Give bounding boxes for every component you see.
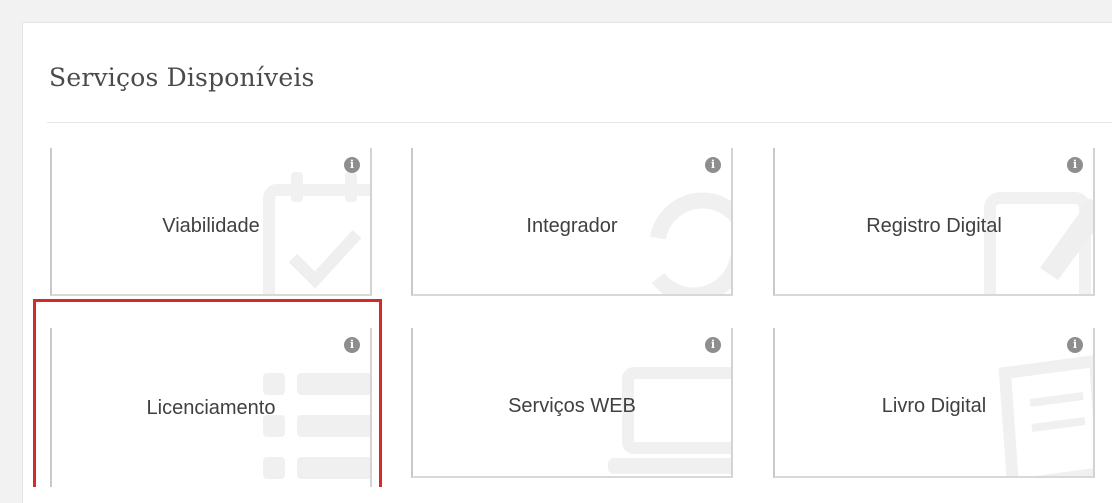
info-icon[interactable]: i <box>344 157 360 173</box>
panel-title: Serviços Disponíveis <box>49 63 315 92</box>
selection-highlight <box>33 299 382 487</box>
service-card-integrador[interactable]: i Integrador <box>411 148 733 296</box>
service-label: Livro Digital <box>881 395 987 417</box>
info-icon[interactable]: i <box>1067 157 1083 173</box>
laptop-icon <box>608 367 731 474</box>
service-label: Integrador <box>526 215 618 237</box>
service-card-registro-digital[interactable]: i Registro Digital <box>773 148 1095 296</box>
info-icon[interactable]: i <box>705 157 721 173</box>
service-card-viabilidade[interactable]: i Viabilidade <box>50 148 372 296</box>
service-label: Serviços WEB <box>508 395 636 417</box>
info-icon[interactable]: i <box>1067 337 1083 353</box>
divider <box>47 122 1112 123</box>
service-label: Viabilidade <box>162 215 260 237</box>
info-icon[interactable]: i <box>705 337 721 353</box>
service-label: Registro Digital <box>866 215 1002 237</box>
service-card-servicos-web[interactable]: i Serviços WEB <box>411 328 733 478</box>
service-card-livro-digital[interactable]: i Livro Digital <box>773 328 1095 478</box>
